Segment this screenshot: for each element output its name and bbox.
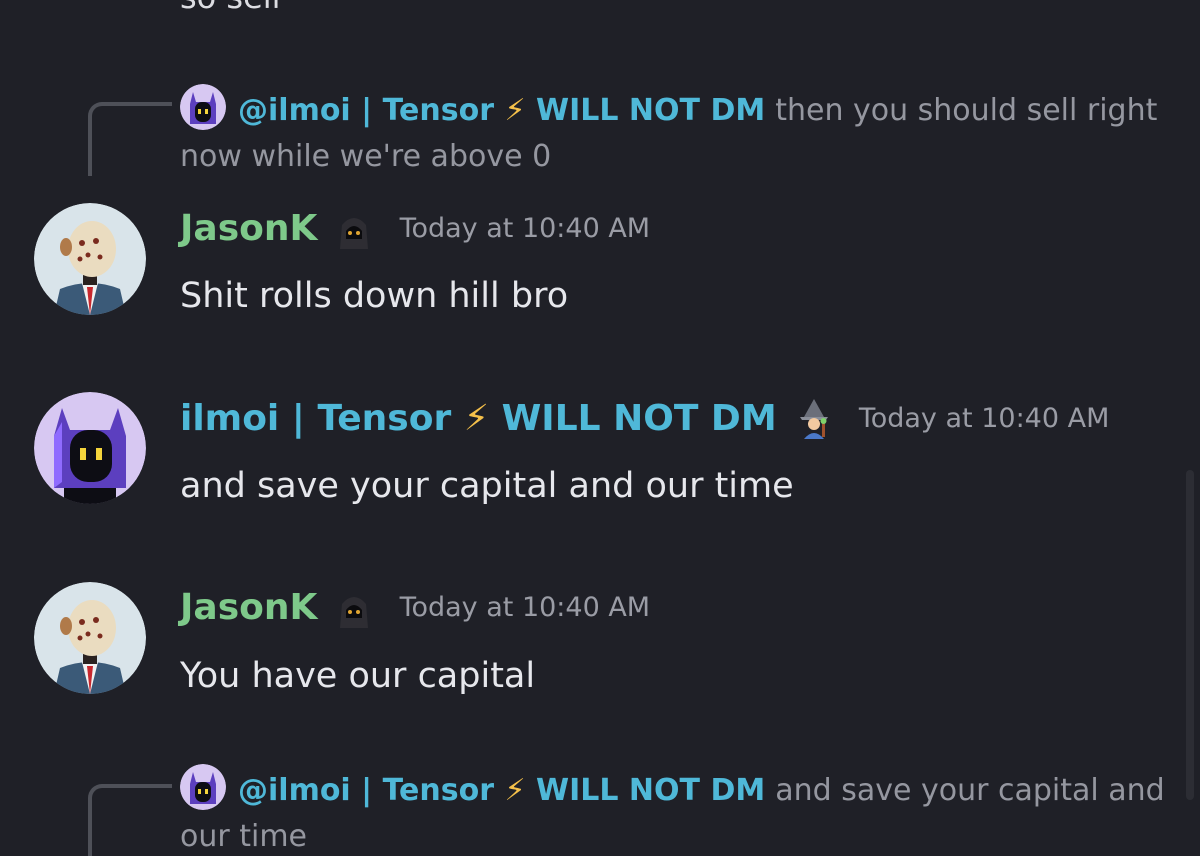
lightning-bolt-icon: ⚡ bbox=[463, 398, 490, 439]
hooded-figure-icon bbox=[340, 596, 369, 628]
message-timestamp[interactable]: Today at 10:40 AM bbox=[859, 403, 1110, 434]
ilmoi-mini-avatar[interactable] bbox=[180, 764, 226, 810]
reply-preview[interactable]: @ilmoi | Tensor ⚡ WILL NOT DM then you sh… bbox=[180, 84, 1170, 180]
username-jasonk[interactable]: JasonK bbox=[180, 208, 317, 249]
message-text: You have our capital bbox=[180, 656, 536, 696]
hooded-figure-icon bbox=[340, 217, 369, 249]
message-timestamp[interactable]: Today at 10:40 AM bbox=[400, 213, 651, 244]
ilmoi-avatar[interactable] bbox=[34, 392, 146, 504]
previous-message-text: so sell bbox=[180, 0, 281, 16]
lightning-bolt-icon: ⚡ bbox=[504, 773, 526, 808]
message-text: and save your capital and our time bbox=[180, 466, 794, 506]
reply-mention[interactable]: @ilmoi | Tensor ⚡ WILL NOT DM bbox=[238, 93, 765, 128]
jasonk-avatar[interactable] bbox=[34, 582, 146, 694]
username-ilmoi[interactable]: ilmoi | Tensor ⚡ WILL NOT DM bbox=[180, 398, 777, 439]
reply-connector bbox=[88, 784, 172, 856]
username-jasonk[interactable]: JasonK bbox=[180, 587, 317, 628]
reply-mention[interactable]: @ilmoi | Tensor ⚡ WILL NOT DM bbox=[238, 773, 765, 808]
ilmoi-mini-avatar[interactable] bbox=[180, 84, 226, 130]
reply-connector bbox=[88, 102, 172, 176]
jasonk-avatar[interactable] bbox=[34, 203, 146, 315]
reply-preview[interactable]: @ilmoi | Tensor ⚡ WILL NOT DM and save yo… bbox=[180, 764, 1170, 856]
mage-icon bbox=[799, 398, 828, 439]
message-text: Shit rolls down hill bro bbox=[180, 276, 569, 316]
message-timestamp[interactable]: Today at 10:40 AM bbox=[400, 592, 651, 623]
message-header: JasonK Today at 10:40 AM bbox=[180, 208, 650, 249]
message-header: JasonK Today at 10:40 AM bbox=[180, 587, 650, 628]
lightning-bolt-icon: ⚡ bbox=[504, 93, 526, 128]
scrollbar[interactable] bbox=[1186, 470, 1194, 800]
chat-messages[interactable]: so sell @ilmoi | Tensor ⚡ WILL NOT DMthe… bbox=[0, 0, 1200, 856]
message-header: ilmoi | Tensor ⚡ WILL NOT DM Today at 10… bbox=[180, 398, 1109, 439]
